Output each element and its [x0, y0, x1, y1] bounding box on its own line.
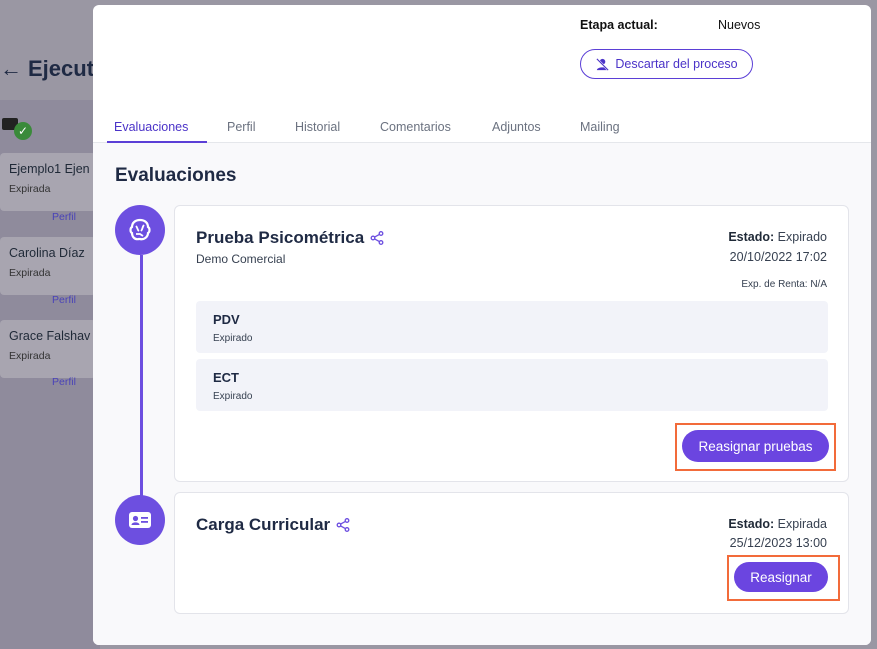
- etapa-value: Nuevos: [718, 18, 761, 32]
- user-remove-icon: [596, 57, 610, 71]
- tab-mailing[interactable]: Mailing: [580, 120, 620, 134]
- brain-icon: [115, 205, 165, 255]
- evaluation-status: Estado: Expirada: [728, 517, 827, 531]
- back-arrow-icon: ←: [0, 56, 22, 81]
- tab-adjuntos[interactable]: Adjuntos: [492, 120, 541, 134]
- expected-salary: Exp. de Renta: N/A: [741, 279, 827, 290]
- reassign-tests-button[interactable]: Reasignar pruebas: [682, 430, 829, 462]
- evaluation-date: 25/12/2023 13:00: [729, 536, 827, 550]
- share-icon[interactable]: [370, 231, 384, 245]
- timeline-line: [140, 255, 143, 501]
- etapa-label: Etapa actual:: [580, 18, 658, 32]
- evaluations-panel: Evaluaciones Prueba Psicométrica Demo Co…: [93, 143, 871, 645]
- id-card-icon: [115, 495, 165, 545]
- test-row-pdv: PDV Expirado: [196, 301, 828, 353]
- candidate-column-header: ✓: [2, 116, 42, 140]
- test-row-ect: ECT Expirado: [196, 359, 828, 411]
- candidate-modal: Etapa actual: Nuevos Descartar del proce…: [93, 5, 871, 645]
- evaluation-title: Carga Curricular: [196, 515, 350, 535]
- check-icon: ✓: [14, 122, 32, 140]
- candidate-card[interactable]: Carolina Díaz Expirada: [0, 237, 96, 295]
- evaluation-title: Prueba Psicométrica: [196, 228, 384, 248]
- tab-bar: Evaluaciones Perfil Historial Comentario…: [93, 115, 871, 143]
- section-title: Evaluaciones: [115, 165, 237, 186]
- tab-perfil[interactable]: Perfil: [227, 120, 255, 134]
- candidate-card[interactable]: Grace Falshav Expirada: [0, 320, 96, 378]
- discard-process-button[interactable]: Descartar del proceso: [580, 49, 753, 79]
- evaluation-subtitle: Demo Comercial: [196, 252, 286, 266]
- evaluation-card-psicometrica: Prueba Psicométrica Demo Comercial Estad…: [174, 205, 849, 482]
- candidate-card[interactable]: Ejemplo1 Ejen Expirada: [0, 153, 96, 211]
- candidate-perfil-link[interactable]: Perfil: [52, 376, 76, 388]
- evaluation-card-curricular: Carga Curricular Estado: Expirada 25/12/…: [174, 492, 849, 614]
- candidate-perfil-link[interactable]: Perfil: [52, 294, 76, 306]
- evaluation-date: 20/10/2022 17:02: [729, 250, 827, 264]
- tab-comentarios[interactable]: Comentarios: [380, 120, 451, 134]
- evaluation-status: Estado: Expirado: [728, 230, 827, 244]
- tab-historial[interactable]: Historial: [295, 120, 340, 134]
- tab-evaluaciones[interactable]: Evaluaciones: [114, 120, 188, 134]
- reassign-button[interactable]: Reasignar: [734, 562, 828, 592]
- candidate-perfil-link[interactable]: Perfil: [52, 211, 76, 223]
- share-icon[interactable]: [336, 518, 350, 532]
